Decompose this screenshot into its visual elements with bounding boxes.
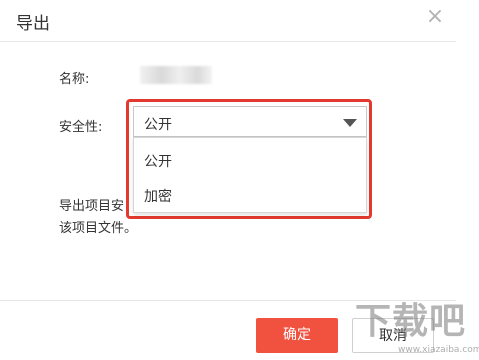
confirm-button[interactable]: 确定: [256, 318, 338, 353]
dialog-footer-divider: [0, 300, 456, 301]
caret-down-icon: [343, 119, 357, 127]
security-select[interactable]: 公开: [133, 106, 367, 137]
dialog-title: 导出: [16, 14, 50, 34]
dialog-header: 导出 ×: [0, 0, 456, 42]
description-line-1: 导出项目安: [59, 199, 125, 214]
name-label: 名称:: [59, 72, 90, 87]
cancel-button[interactable]: 取消: [352, 318, 434, 353]
security-selected-value: 公开: [144, 117, 172, 133]
export-dialog: 导出 × 名称: 安全性: 公开 公开 加密 导出项目安 该项目文件。 确定 取…: [0, 0, 479, 360]
option-public[interactable]: 公开: [144, 151, 172, 171]
description-text: 导出项目安 该项目文件。: [59, 196, 379, 240]
description-line-2: 该项目文件。: [59, 221, 138, 236]
name-value-blurred: [140, 66, 212, 84]
security-label: 安全性:: [59, 120, 103, 135]
close-icon[interactable]: ×: [424, 6, 446, 28]
